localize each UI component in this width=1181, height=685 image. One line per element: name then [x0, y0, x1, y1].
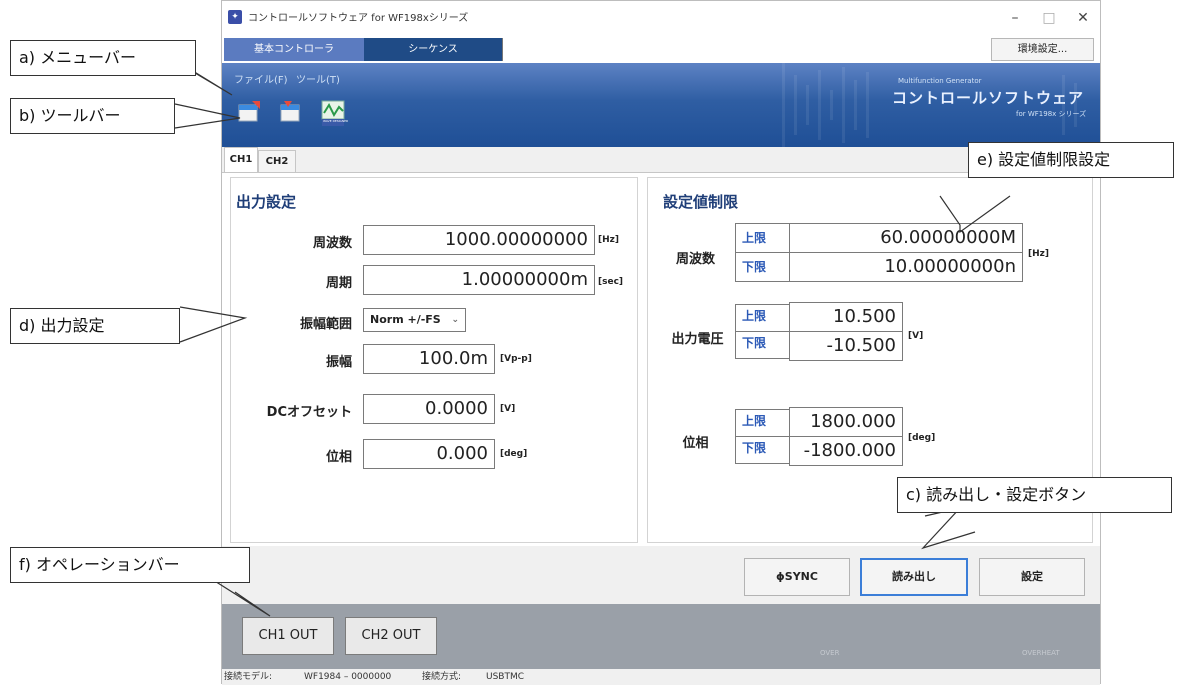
callout-read-set-buttons: c) 読み出し・設定ボタン [897, 477, 1172, 513]
callout-menu-bar: a) メニューバー [10, 40, 196, 76]
callout-toolbar: b) ツールバー [10, 98, 175, 134]
callout-limit-settings: e) 設定値制限設定 [968, 142, 1174, 178]
callout-output-settings: d) 出力設定 [10, 308, 180, 344]
callout-operation-bar: f) オペレーションバー [10, 547, 250, 583]
